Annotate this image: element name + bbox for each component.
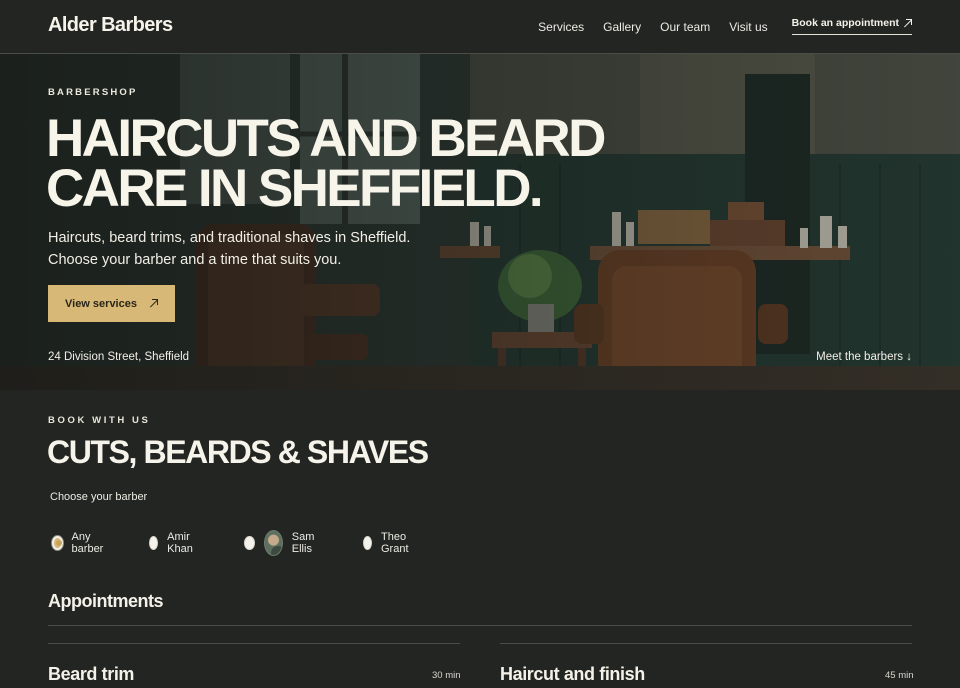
barber-option-sam-ellis[interactable]: Sam Ellis (244, 528, 325, 558)
brand-logo[interactable]: Alder Barbers (48, 14, 173, 37)
divider (500, 643, 912, 644)
barber-option-theo-grant[interactable]: Theo Grant (363, 528, 414, 558)
hero-eyebrow: BARBERSHOP (48, 87, 138, 98)
appointments-heading: Appointments (48, 591, 164, 611)
service-duration: 45 min (885, 670, 914, 681)
barber-option-amir-khan[interactable]: Amir Khan (149, 528, 198, 558)
nav-link-services[interactable]: Services (538, 20, 584, 34)
book-appointment-label: Book an appointment (791, 17, 899, 29)
hero-overlay (0, 54, 960, 390)
radio-button[interactable] (244, 536, 255, 550)
book-appointment-link[interactable]: Book an appointment (791, 17, 912, 35)
barber-option-label: Theo Grant (381, 531, 409, 555)
booking-eyebrow: BOOK WITH US (48, 415, 151, 426)
radio-button[interactable] (149, 536, 159, 550)
barber-option-label: Any barber (71, 531, 104, 555)
meet-the-barbers-link[interactable]: Meet the barbers ↓ (816, 351, 912, 363)
nav-link-gallery[interactable]: Gallery (603, 20, 641, 34)
main-nav: Services Gallery Our team Visit us Book … (538, 17, 912, 35)
site-header: Alder Barbers Services Gallery Our team … (0, 0, 960, 54)
booking-title: CUTS, BEARDS & SHAVES (47, 434, 429, 470)
radio-button[interactable] (52, 536, 63, 550)
arrow-up-right-icon (149, 299, 158, 308)
arrow-up-right-icon (903, 18, 912, 28)
barber-option-label: Amir Khan (167, 531, 193, 555)
radio-button[interactable] (363, 536, 372, 550)
hero-title-line-2: CARE IN SHEFFIELD. (46, 159, 544, 218)
view-services-button[interactable]: View services (48, 285, 175, 322)
hero-address: 24 Division Street, Sheffield (48, 351, 190, 363)
view-services-label: View services (65, 297, 137, 310)
divider (48, 625, 912, 626)
barber-option-any[interactable]: Any barber (52, 528, 107, 558)
hero-title: HAIRCUTS AND BEARD CARE IN SHEFFIELD. (46, 112, 606, 215)
choose-barber-label: Choose your barber (50, 491, 148, 503)
service-name[interactable]: Beard trim (48, 664, 134, 685)
hero-subtitle: Haircuts, beard trims, and traditional s… (48, 230, 411, 268)
nav-link-visit-us[interactable]: Visit us (729, 20, 767, 34)
service-name[interactable]: Haircut and finish (500, 664, 645, 685)
nav-link-our-team[interactable]: Our team (660, 20, 710, 34)
barber-option-label: Sam Ellis (291, 531, 315, 555)
divider (48, 643, 460, 644)
avatar (263, 530, 283, 556)
service-duration: 30 min (432, 670, 461, 681)
hero-section: BARBERSHOP HAIRCUTS AND BEARD CARE IN SH… (0, 54, 960, 390)
